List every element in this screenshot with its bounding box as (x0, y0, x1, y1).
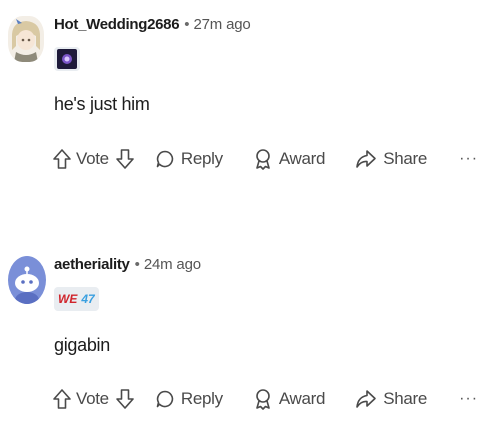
reply-button[interactable]: Reply (155, 389, 223, 409)
speech-bubble-icon (155, 389, 175, 409)
vote-group: Vote (52, 388, 135, 410)
flair-logo-we: WE (58, 292, 78, 306)
timestamp[interactable]: 24m ago (144, 256, 201, 273)
more-options-button[interactable]: ··· (459, 150, 478, 168)
share-button[interactable]: Share (355, 389, 427, 409)
comment-text: he's just him (54, 94, 150, 114)
share-arrow-icon (355, 389, 377, 409)
downvote-arrow-icon[interactable] (115, 148, 135, 170)
award-icon (253, 148, 273, 170)
avatar[interactable] (8, 256, 46, 304)
avatar[interactable] (8, 16, 44, 62)
vote-label: Vote (76, 149, 109, 168)
award-button[interactable]: Award (253, 388, 326, 410)
reply-label: Reply (180, 389, 223, 408)
user-flair (54, 46, 80, 72)
more-options-button[interactable]: ··· (459, 390, 478, 408)
comment-header: aetheriality • 24m ago (54, 256, 201, 273)
reply-button[interactable]: Reply (155, 149, 223, 169)
reply-label: Reply (180, 149, 223, 168)
user-flair: WE 47 (54, 286, 99, 312)
downvote-arrow-icon[interactable] (115, 388, 135, 410)
share-label: Share (383, 149, 428, 168)
upvote-arrow-icon[interactable] (52, 148, 72, 170)
award-button[interactable]: Award (253, 148, 326, 170)
username[interactable]: Hot_Wedding2686 (54, 16, 180, 33)
flair-badge: WE 47 (54, 287, 99, 311)
award-icon (253, 388, 273, 410)
upvote-arrow-icon[interactable] (52, 388, 72, 410)
timestamp[interactable]: 27m ago (194, 16, 251, 33)
speech-bubble-icon (155, 149, 175, 169)
comment-actions: Vote Reply Award Share ··· (52, 148, 478, 170)
comment-actions: Vote Reply Award Share ··· (52, 388, 478, 410)
vote-group: Vote (52, 148, 135, 170)
separator-dot: • (184, 16, 190, 33)
flair-logo-47: 47 (81, 292, 95, 306)
separator-dot: • (134, 256, 140, 273)
comment-text: gigabin (54, 335, 110, 355)
comment-header: Hot_Wedding2686 • 27m ago (54, 16, 251, 33)
share-arrow-icon (355, 149, 377, 169)
username[interactable]: aetheriality (54, 256, 130, 273)
flair-emoji-icon (54, 47, 80, 71)
share-label: Share (383, 389, 428, 408)
share-button[interactable]: Share (355, 149, 427, 169)
award-label: Award (278, 389, 326, 408)
award-label: Award (278, 149, 326, 168)
vote-label: Vote (76, 389, 109, 408)
